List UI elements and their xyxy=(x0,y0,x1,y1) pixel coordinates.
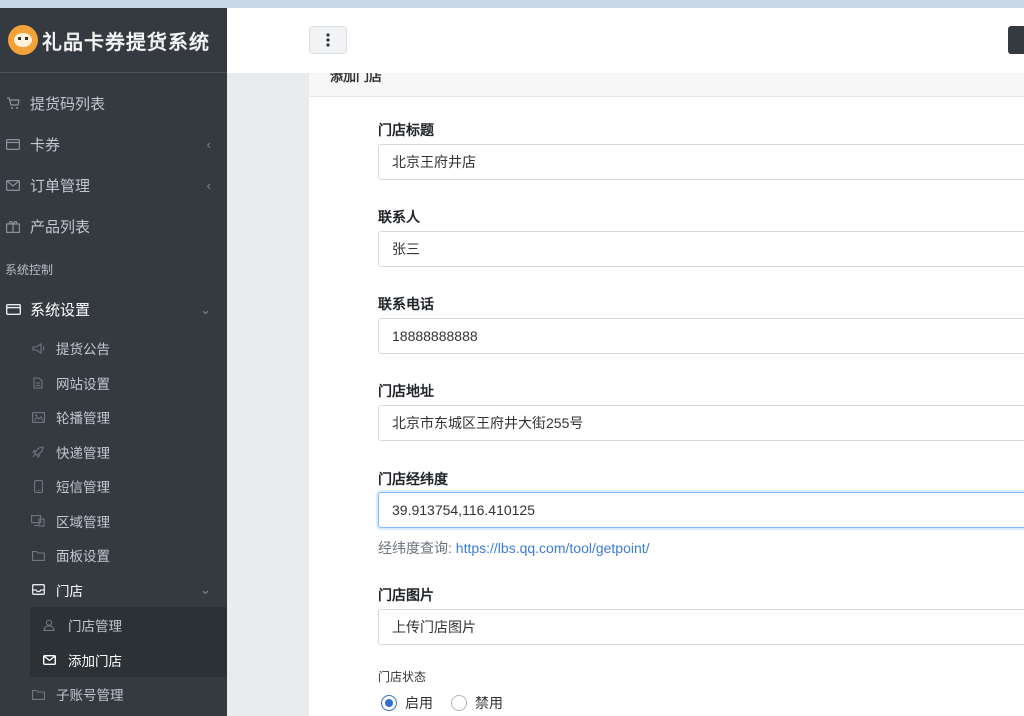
sidebar-item-label: 系统设置 xyxy=(30,302,91,319)
more-vertical-icon xyxy=(326,33,330,47)
card-icon xyxy=(5,138,21,152)
folder-icon xyxy=(31,688,45,701)
sidebar-item-label: 产品列表 xyxy=(30,219,91,236)
navbar-right-button[interactable] xyxy=(1008,26,1024,54)
upload-store-image-button[interactable]: 上传门店图片 xyxy=(378,609,1024,645)
sidebar-item-label: 门店管理 xyxy=(68,618,122,634)
sidebar-item-announcement[interactable]: 提货公告 xyxy=(0,331,227,366)
sidebar-item-add-store[interactable]: 添加门店 xyxy=(30,642,227,677)
store-image-label: 门店图片 xyxy=(378,587,434,603)
coords-help: 经纬度查询: https://lbs.qq.com/tool/getpoint/ xyxy=(378,538,650,558)
store-title-label: 门店标题 xyxy=(378,122,434,138)
chevron-left-icon: ‹ xyxy=(206,137,211,152)
envelope-icon xyxy=(42,653,56,666)
card-icon xyxy=(5,303,21,317)
sidebar-item-regions[interactable]: 区域管理 xyxy=(0,504,227,539)
sidebar-item-express[interactable]: 快递管理 xyxy=(0,435,227,470)
sidebar-item-label: 快递管理 xyxy=(56,445,110,461)
coords-input[interactable]: 39.913754,116.410125 xyxy=(378,492,1024,528)
sidebar-item-label: 区域管理 xyxy=(56,514,110,530)
chevron-down-icon: ⌄ xyxy=(200,301,211,317)
cart-icon xyxy=(5,97,21,111)
gift-icon xyxy=(5,220,21,234)
radio-enabled-label: 启用 xyxy=(405,695,433,711)
status-option-enabled[interactable]: 启用 xyxy=(381,693,433,713)
sidebar-item-orders[interactable]: 订单管理 ‹ xyxy=(0,165,227,206)
sidebar-item-system-settings[interactable]: 系统设置 ⌄ xyxy=(0,291,227,328)
inbox-icon xyxy=(31,583,45,596)
status-label: 门店状态 xyxy=(378,670,427,684)
status-radio-group: 启用 禁用 xyxy=(381,693,521,713)
rocket-icon xyxy=(31,445,45,458)
sidebar-item-label: 门店 xyxy=(56,583,83,599)
coords-label: 门店经纬度 xyxy=(378,471,448,487)
sidebar-item-label: 卡券 xyxy=(30,137,61,154)
sidebar-item-label: 提货公告 xyxy=(56,342,110,358)
sidebar-item-label: 网站设置 xyxy=(56,376,110,392)
sidebar-item-label: 订单管理 xyxy=(30,178,91,195)
contact-input[interactable]: 张三 xyxy=(378,231,1024,267)
megaphone-icon xyxy=(31,342,45,355)
sidebar-item-store-management[interactable]: 门店管理 xyxy=(30,607,227,642)
contact-label: 联系人 xyxy=(378,209,420,225)
status-option-disabled[interactable]: 禁用 xyxy=(451,693,503,713)
sidebar-item-label: 面板设置 xyxy=(56,549,110,565)
sidebar-item-redeem-codes[interactable]: 提货码列表 xyxy=(0,83,227,124)
sidebar-item-label: 短信管理 xyxy=(56,480,110,496)
more-vertical-button[interactable] xyxy=(309,26,347,54)
coords-help-link[interactable]: https://lbs.qq.com/tool/getpoint/ xyxy=(456,540,650,556)
store-submenu: 门店管理 添加门店 xyxy=(30,607,227,677)
sidebar-item-label: 子账号管理 xyxy=(56,688,124,704)
sidebar-item-coupons[interactable]: 卡券 ‹ xyxy=(0,124,227,165)
card-header: 添加门店 xyxy=(309,73,1024,97)
add-store-card: 添加门店 门店标题 北京王府井店 联系人 张三 联系电话 18888888888… xyxy=(309,73,1024,716)
phone-input[interactable]: 18888888888 xyxy=(378,318,1024,354)
radio-disabled[interactable] xyxy=(451,695,467,711)
radio-disabled-label: 禁用 xyxy=(475,695,503,711)
sidebar-item-panel-settings[interactable]: 面板设置 xyxy=(0,538,227,573)
top-navbar xyxy=(227,8,1024,73)
sidebar-item-products[interactable]: 产品列表 xyxy=(0,206,227,247)
sidebar-item-store[interactable]: 门店 ⌄ xyxy=(0,573,227,608)
phone-label: 联系电话 xyxy=(378,296,434,312)
sidebar-item-sms[interactable]: 短信管理 xyxy=(0,469,227,504)
mobile-icon xyxy=(31,479,45,493)
file-icon xyxy=(31,376,45,389)
user-icon xyxy=(42,618,56,631)
sidebar-item-carousel[interactable]: 轮播管理 xyxy=(0,400,227,435)
sidebar: 礼品卡券提货系统 提货码列表 卡券 ‹ 订单管理 ‹ 产品列表 系统控制 系统设… xyxy=(0,8,227,716)
card-title: 添加门店 xyxy=(330,73,383,84)
brand[interactable]: 礼品卡券提货系统 xyxy=(0,8,227,73)
sidebar-item-label: 添加门店 xyxy=(68,653,122,669)
sidebar-item-site-settings[interactable]: 网站设置 xyxy=(0,366,227,401)
folder-icon xyxy=(31,549,45,562)
desktop-icon xyxy=(31,514,45,527)
envelope-icon xyxy=(5,179,21,193)
chevron-down-icon: ⌄ xyxy=(199,581,211,597)
sidebar-item-label: 提货码列表 xyxy=(30,96,106,113)
app-title: 礼品卡券提货系统 xyxy=(42,29,210,54)
address-label: 门店地址 xyxy=(378,383,434,399)
logo-icon xyxy=(8,25,38,55)
coords-help-text: 经纬度查询: xyxy=(378,540,452,556)
radio-enabled[interactable] xyxy=(381,695,397,711)
image-icon xyxy=(31,411,45,424)
browser-top-strip xyxy=(0,0,1024,8)
chevron-left-icon: ‹ xyxy=(206,178,211,193)
sidebar-item-subaccounts[interactable]: 子账号管理 xyxy=(0,677,227,712)
address-input[interactable]: 北京市东城区王府井大街255号 xyxy=(378,405,1024,441)
sidebar-item-label: 轮播管理 xyxy=(56,411,110,427)
store-title-input[interactable]: 北京王府井店 xyxy=(378,144,1024,180)
sidebar-section-header: 系统控制 xyxy=(5,263,54,277)
